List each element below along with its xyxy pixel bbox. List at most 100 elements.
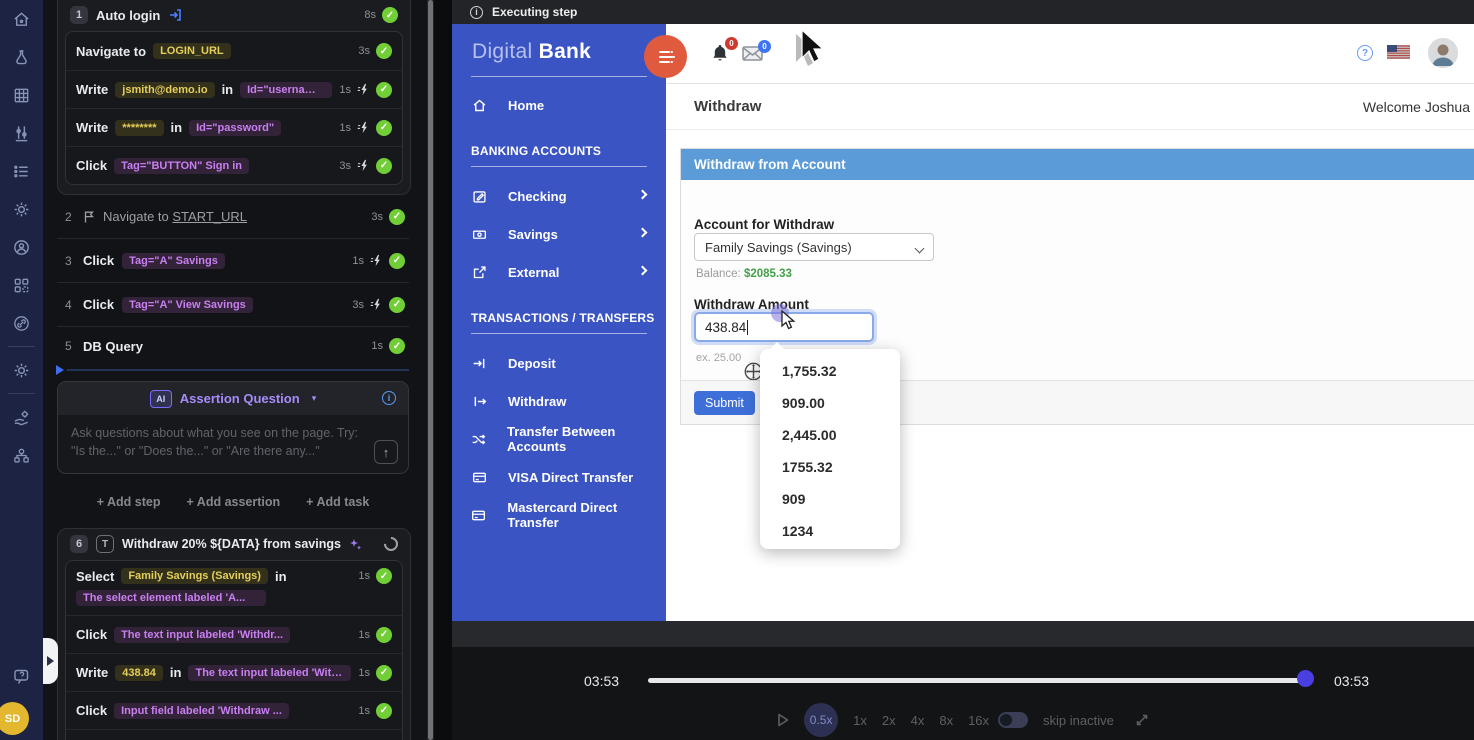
assertion-input-area[interactable]: Ask questions about what you see on the … <box>58 415 408 473</box>
app-root: SD 1 Auto login 8s ✓ Navigate to LOGIN_U… <box>0 0 1474 740</box>
step-group-header[interactable]: 1 Auto login 8s ✓ <box>58 0 410 30</box>
step-row[interactable]: Write 438.84 in The text input labeled '… <box>66 653 402 691</box>
link-icon[interactable] <box>0 304 43 342</box>
seek-handle[interactable] <box>1297 670 1314 687</box>
amount-value: 438.84 <box>705 320 746 335</box>
language-flag-icon[interactable] <box>1387 45 1410 59</box>
preferences-gear-icon[interactable] <box>0 351 43 389</box>
submit-question-button[interactable]: ↑ <box>374 440 398 464</box>
step-duration: 1s <box>339 122 351 134</box>
page-title: Withdraw <box>694 98 761 115</box>
step-row[interactable]: Navigate to LOGIN_URL 3s ✓ <box>66 32 402 70</box>
page-header-row: Withdraw Welcome Joshua <box>666 84 1474 130</box>
step-action: Write <box>76 82 108 97</box>
help-chat-icon[interactable] <box>0 660 43 694</box>
speed-option[interactable]: 2x <box>882 713 896 728</box>
info-icon: i <box>470 6 483 19</box>
help-icon[interactable]: ? <box>1357 45 1373 61</box>
dropdown-option[interactable]: 1,755.32 <box>760 355 900 387</box>
sidebar-item-external[interactable]: External <box>452 253 666 291</box>
chevron-down-icon[interactable]: ▾ <box>312 393 317 404</box>
dropdown-option[interactable]: 1755.32 <box>760 451 900 483</box>
checklist-icon[interactable] <box>0 152 43 190</box>
step-row[interactable]: Click Input field labeled 'Withdraw ... … <box>66 691 402 729</box>
sidebar-item-savings[interactable]: Savings <box>452 215 666 253</box>
grid-icon[interactable] <box>0 76 43 114</box>
variable-link[interactable]: START_URL <box>172 209 247 224</box>
step-group-header[interactable]: 6 T Withdraw 20% ${DATA} from savings <box>58 529 410 559</box>
step-row[interactable]: Write ******** in Id="password" 1s ✓ <box>66 108 402 146</box>
step-row[interactable]: 2 Navigate to START_URL 3s ✓ <box>57 195 409 239</box>
agent-icon[interactable] <box>0 228 43 266</box>
notifications-bell[interactable]: 0 <box>710 43 730 64</box>
step-row[interactable]: Click The text input labeled 'Withdr... … <box>66 615 402 653</box>
steps-scrollbar-track[interactable] <box>427 0 434 740</box>
assertion-header[interactable]: AI Assertion Question ▾ i <box>58 382 408 415</box>
step-duration: 1s <box>352 255 364 267</box>
panel-collapse-handle[interactable] <box>43 638 58 684</box>
submit-button[interactable]: Submit <box>694 391 755 415</box>
sidebar-item-home[interactable]: Home <box>452 86 666 124</box>
chevron-down-icon <box>915 244 925 254</box>
bank-sidebar: Digital Bank Home BANKING ACCOUNTS Check… <box>452 24 666 621</box>
text-caret <box>747 320 748 335</box>
account-select[interactable]: Family Savings (Savings) <box>694 233 934 261</box>
seek-track[interactable] <box>648 678 1310 683</box>
step-row[interactable]: Write 438.84 in Tag="INPUT" <box>66 729 402 740</box>
sidebar-item-deposit[interactable]: Deposit <box>452 344 666 382</box>
user-avatar[interactable] <box>1428 38 1458 68</box>
sidebar-item-transfer[interactable]: Transfer Between Accounts <box>452 420 666 458</box>
bank-logo[interactable]: Digital Bank <box>452 24 666 64</box>
workflow-icon[interactable] <box>0 436 43 474</box>
speed-option[interactable]: 4x <box>911 713 925 728</box>
step-action: Click <box>76 627 107 642</box>
step-row[interactable]: 5 DB Query 1s ✓ <box>57 327 409 365</box>
dropdown-option[interactable]: 2,445.00 <box>760 419 900 451</box>
add-step-button[interactable]: + Add step <box>97 495 161 509</box>
add-task-button[interactable]: + Add task <box>306 495 369 509</box>
hamburger-menu-button[interactable] <box>644 35 687 78</box>
fullscreen-icon[interactable] <box>1135 713 1149 727</box>
play-icon[interactable] <box>777 713 789 727</box>
step-row[interactable]: Write jsmith@demo.io in Id="username" 1s… <box>66 70 402 108</box>
step-row[interactable]: 4 Click Tag="A" View Savings 3s ✓ <box>57 283 409 327</box>
modules-icon[interactable] <box>0 266 43 304</box>
skip-inactive-toggle[interactable] <box>998 712 1028 728</box>
speed-option-active[interactable]: 0.5x <box>804 703 838 737</box>
dropdown-option[interactable]: 909 <box>760 483 900 515</box>
mail-badge: 0 <box>758 40 771 53</box>
home-icon[interactable] <box>0 0 43 38</box>
step-row[interactable]: Select Family Savings (Savings) in 1s ✓ … <box>66 561 402 615</box>
info-icon[interactable]: i <box>382 391 396 405</box>
amount-autocomplete-dropdown: 1,755.32 909.00 2,445.00 1755.32 909 123… <box>760 349 900 549</box>
insertion-marker[interactable] <box>67 369 409 371</box>
sidebar-item-visa-transfer[interactable]: VISA Direct Transfer <box>452 458 666 496</box>
playback-bar: 03:53 03:53 0.5x 1x 2x 4x 8x 16x skip in… <box>452 647 1474 740</box>
messages-envelope[interactable]: 0 <box>742 46 763 61</box>
steps-scrollbar-thumb[interactable] <box>428 0 433 740</box>
success-check-icon: ✓ <box>376 158 392 174</box>
sidebar-item-withdraw[interactable]: Withdraw <box>452 382 666 420</box>
step-row[interactable]: Click Tag="BUTTON" Sign in 3s ✓ <box>66 146 402 184</box>
settings-gear-icon[interactable] <box>0 190 43 228</box>
dropdown-option[interactable]: 1234 <box>760 515 900 547</box>
account-select-value: Family Savings (Savings) <box>705 240 852 255</box>
flask-icon[interactable] <box>0 38 43 76</box>
sidebar-item-checking[interactable]: Checking <box>452 177 666 215</box>
step-row[interactable]: 3 Click Tag="A" Savings 1s ✓ <box>57 239 409 283</box>
account-label: Account for Withdraw <box>694 217 834 232</box>
speed-option[interactable]: 16x <box>968 713 989 728</box>
sliders-icon[interactable] <box>0 114 43 152</box>
sidebar-item-mastercard-transfer[interactable]: Mastercard Direct Transfer <box>452 496 666 534</box>
step-duration: 3s <box>371 211 383 223</box>
speed-option[interactable]: 1x <box>853 713 867 728</box>
speed-option[interactable]: 8x <box>939 713 953 728</box>
locator-badge: Tag="BUTTON" Sign in <box>114 158 249 174</box>
elapsed-time: 03:53 <box>584 673 619 689</box>
sidebar-item-label: External <box>508 265 559 280</box>
savings-icon <box>471 227 487 242</box>
step-action: Navigate to START_URL <box>103 209 247 224</box>
dropdown-option[interactable]: 909.00 <box>760 387 900 419</box>
services-icon[interactable] <box>0 398 43 436</box>
add-assertion-button[interactable]: + Add assertion <box>187 495 281 509</box>
